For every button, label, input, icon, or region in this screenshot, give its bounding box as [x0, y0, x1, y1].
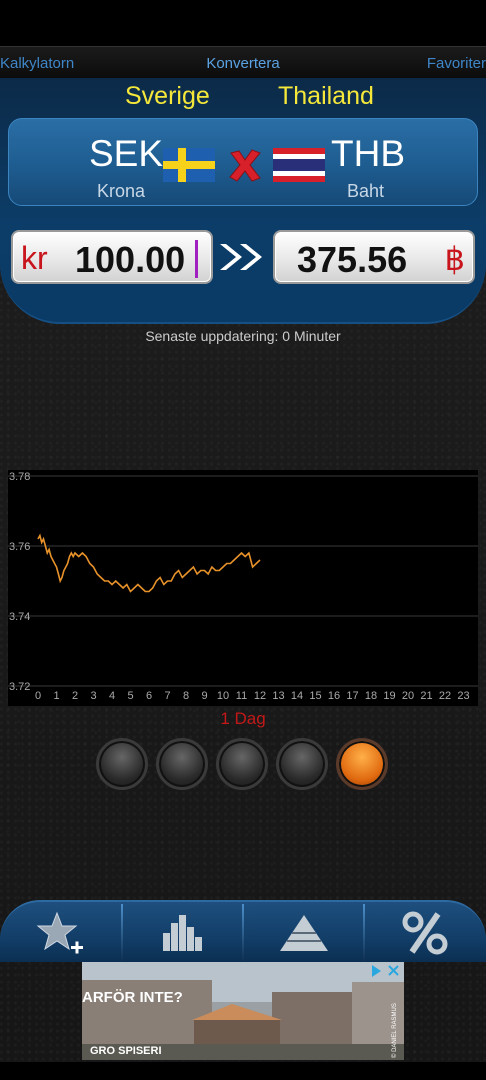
- period-option-button[interactable]: [216, 738, 268, 790]
- text-cursor: [195, 240, 198, 278]
- x-tick-label: 23: [457, 690, 469, 702]
- chart-button[interactable]: [122, 902, 243, 964]
- x-tick-label: 15: [309, 690, 321, 702]
- x-tick-label: 22: [439, 690, 451, 702]
- y-tick-label: 3.72: [9, 681, 30, 693]
- converter-panel: Sverige Thailand SEK Krona THB Baht kr 1…: [0, 78, 486, 324]
- from-country-label[interactable]: Sverige: [125, 82, 210, 111]
- top-navigation: Kalkylatorn Konvertera Favoriter: [0, 46, 486, 78]
- period-label: 1 Dag: [220, 709, 266, 728]
- tab-convert[interactable]: Konvertera: [0, 55, 486, 72]
- navigation-bar: [0, 1062, 486, 1080]
- to-currency-symbol: ฿: [444, 241, 465, 277]
- y-tick-label: 3.74: [9, 611, 30, 623]
- status-bar: [0, 0, 486, 46]
- to-amount-value: 375.56: [297, 239, 408, 280]
- double-chevron-right-icon: [220, 244, 262, 270]
- x-tick-label: 13: [272, 690, 284, 702]
- trend-button[interactable]: [243, 902, 364, 964]
- period-option-button[interactable]: [96, 738, 148, 790]
- x-tick-label: 18: [365, 690, 377, 702]
- x-tick-label: 2: [72, 690, 78, 702]
- percent-button[interactable]: [364, 902, 485, 964]
- pyramid-icon: [279, 915, 328, 951]
- sweden-flag-icon[interactable]: [163, 148, 215, 182]
- currency-pair-box: SEK Krona THB Baht: [8, 118, 478, 206]
- x-tick-label: 16: [328, 690, 340, 702]
- x-tick-label: 6: [146, 690, 152, 702]
- thailand-flag-icon[interactable]: [273, 148, 325, 182]
- ad-brand: GRO SPISERI: [90, 1045, 162, 1057]
- x-tick-label: 21: [420, 690, 432, 702]
- x-tick-label: 8: [183, 690, 189, 702]
- y-tick-label: 3.76: [9, 541, 30, 553]
- rate-chart: 3.783.763.743.720 1 2 3 4 5 6 7 8 9 10 11 12 13 14 15 16…: [8, 470, 478, 706]
- x-tick-label: 7: [164, 690, 170, 702]
- ad-credit: © DANIEL RASMUS: [391, 1003, 398, 1058]
- x-tick-label: 10: [217, 690, 229, 702]
- percent-icon: [402, 911, 447, 955]
- tab-favorites[interactable]: Favoriter: [427, 55, 486, 72]
- swap-icon[interactable]: [225, 145, 265, 185]
- from-amount-field[interactable]: kr 100.00: [11, 230, 213, 284]
- x-tick-label: 11: [236, 690, 247, 702]
- x-tick-label: 3: [90, 690, 96, 702]
- to-country-label[interactable]: Thailand: [278, 82, 374, 111]
- ad-headline: ARFÖR INTE?: [82, 989, 183, 1006]
- to-currency-name: Baht: [347, 181, 385, 201]
- from-currency-code[interactable]: SEK: [89, 133, 163, 175]
- x-tick-label: 20: [402, 690, 414, 702]
- x-tick-label: 1: [53, 690, 59, 702]
- add-favorite-button[interactable]: [0, 902, 121, 964]
- x-tick-label: 5: [127, 690, 133, 702]
- x-tick-label: 12: [254, 690, 266, 702]
- y-tick-label: 3.78: [9, 471, 30, 483]
- x-tick-label: 0: [35, 690, 41, 702]
- from-currency-name: Krona: [97, 181, 146, 201]
- bottom-toolbar: [0, 900, 486, 962]
- period-option-button[interactable]: [156, 738, 208, 790]
- x-tick-label: 4: [109, 690, 115, 702]
- x-tick-label: 14: [291, 690, 303, 702]
- bar-chart-icon: [162, 915, 202, 951]
- x-tick-label: 19: [383, 690, 395, 702]
- star-add-icon: [36, 911, 83, 954]
- from-currency-symbol: kr: [21, 240, 48, 276]
- to-currency-code[interactable]: THB: [331, 133, 405, 175]
- x-tick-label: 9: [201, 690, 207, 702]
- ad-banner[interactable]: ARFÖR INTE? GRO SPISERI © DANIEL RASMUS: [82, 962, 404, 1060]
- last-updated-text: Senaste uppdatering: 0 Minuter: [145, 328, 341, 344]
- x-tick-label: 17: [346, 690, 358, 702]
- ad-image: ARFÖR INTE? GRO SPISERI © DANIEL RASMUS: [82, 962, 404, 1060]
- period-option-button[interactable]: [336, 738, 388, 790]
- rate-series-line: [37, 533, 261, 593]
- period-option-button[interactable]: [276, 738, 328, 790]
- to-amount-field[interactable]: 375.56 ฿: [273, 230, 475, 284]
- from-amount-value[interactable]: 100.00: [75, 239, 185, 281]
